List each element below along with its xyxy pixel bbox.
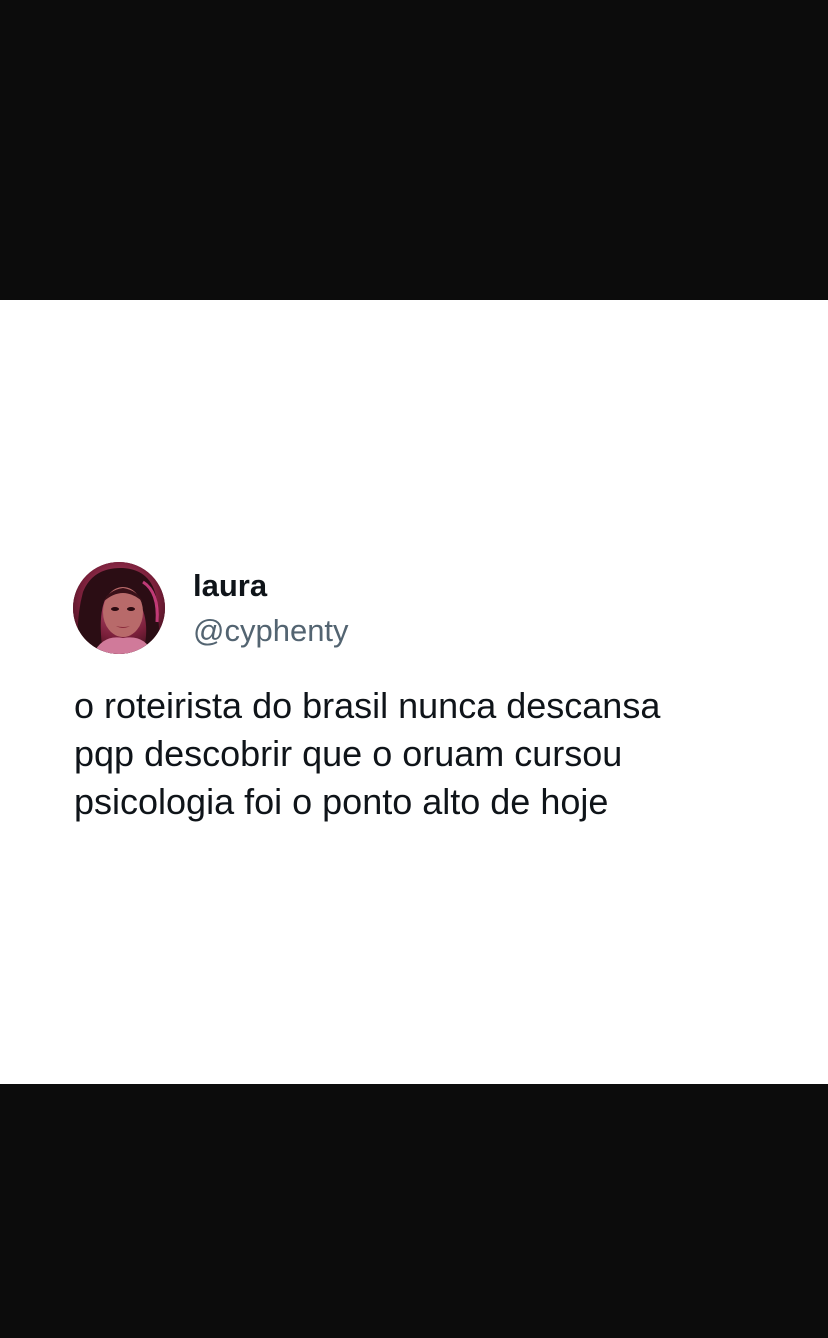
tweet-text: o roteirista do brasil nunca descansa pq… (74, 682, 774, 826)
top-letterbox (0, 0, 828, 300)
bottom-letterbox (0, 1084, 828, 1338)
display-name[interactable]: laura (193, 566, 267, 606)
tweet-text-line: pqp descobrir que o oruam cursou (74, 733, 623, 774)
profile-photo-icon (73, 562, 165, 654)
user-handle[interactable]: @cyphenty (193, 611, 349, 651)
tweet-text-line: psicologia foi o ponto alto de hoje (74, 781, 609, 822)
tweet-text-line: o roteirista do brasil nunca descansa (74, 685, 661, 726)
avatar[interactable] (73, 562, 165, 654)
tweet-card: laura @cyphenty o roteirista do brasil n… (0, 300, 828, 1084)
